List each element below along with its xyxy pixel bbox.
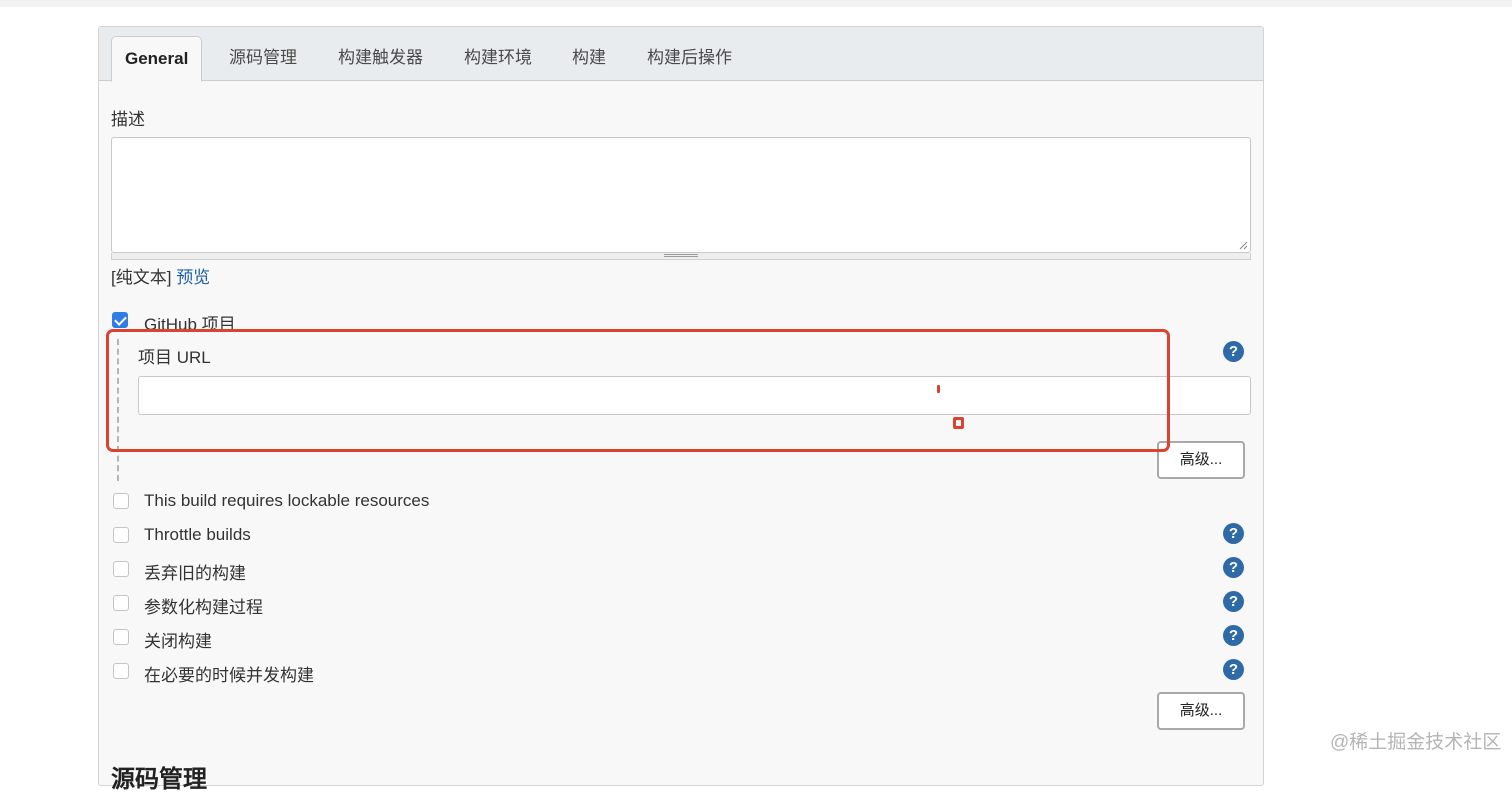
help-icon[interactable]: ? xyxy=(1223,659,1244,680)
help-icon[interactable]: ? xyxy=(1223,341,1244,362)
annotation-mark xyxy=(953,417,964,429)
config-panel: General 源码管理 构建触发器 构建环境 构建 构建后操作 描述 [纯文本… xyxy=(98,26,1264,793)
disable-build-label: 关闭构建 xyxy=(144,632,212,651)
tab-build-triggers[interactable]: 构建触发器 xyxy=(325,36,436,81)
section-title-source-control: 源码管理 xyxy=(111,766,207,793)
advanced-button-2[interactable]: 高级... xyxy=(1157,692,1245,730)
help-icon[interactable]: ? xyxy=(1223,625,1244,646)
concurrent-builds-label: 在必要的时候并发构建 xyxy=(144,666,314,685)
tab-bar: General 源码管理 构建触发器 构建环境 构建 构建后操作 xyxy=(99,27,1263,82)
drag-handle-icon[interactable] xyxy=(664,254,698,257)
description-textarea[interactable] xyxy=(111,137,1251,253)
textarea-resize-bar[interactable] xyxy=(111,253,1251,260)
disable-build-checkbox[interactable] xyxy=(113,629,129,645)
help-icon[interactable]: ? xyxy=(1223,523,1244,544)
github-project-label: GitHub 项目 xyxy=(144,315,236,334)
text-format-row: [纯文本] 预览 xyxy=(111,263,210,288)
help-icon[interactable]: ? xyxy=(1223,557,1244,578)
tab-post-build[interactable]: 构建后操作 xyxy=(634,36,745,81)
description-label: 描述 xyxy=(111,110,145,129)
lockable-resources-checkbox[interactable] xyxy=(113,493,129,509)
lockable-resources-label: This build requires lockable resources xyxy=(144,491,430,510)
concurrent-builds-checkbox[interactable] xyxy=(113,663,129,679)
throttle-builds-label: Throttle builds xyxy=(144,525,251,544)
parameterized-build-label: 参数化构建过程 xyxy=(144,598,263,617)
advanced-button[interactable]: 高级... xyxy=(1157,441,1245,479)
top-bar xyxy=(0,0,1512,7)
tab-build-environment[interactable]: 构建环境 xyxy=(451,36,545,81)
discard-old-builds-checkbox[interactable] xyxy=(113,561,129,577)
plain-text-label: [纯文本] xyxy=(111,268,172,287)
tab-general[interactable]: General xyxy=(111,36,203,82)
watermark: @稀土掘金技术社区 xyxy=(1330,732,1502,753)
annotation-mark xyxy=(937,385,940,393)
throttle-builds-checkbox[interactable] xyxy=(113,527,129,543)
nested-indent-line xyxy=(117,339,119,481)
help-icon[interactable]: ? xyxy=(1223,591,1244,612)
tab-source-control[interactable]: 源码管理 xyxy=(216,36,310,81)
resize-grip-icon[interactable] xyxy=(1238,240,1248,250)
project-url-label: 项目 URL xyxy=(138,348,211,367)
tab-build[interactable]: 构建 xyxy=(559,36,619,81)
discard-old-builds-label: 丢弃旧的构建 xyxy=(144,564,246,583)
parameterized-build-checkbox[interactable] xyxy=(113,595,129,611)
project-url-input[interactable] xyxy=(138,376,1251,415)
github-project-checkbox[interactable] xyxy=(112,312,128,328)
preview-link[interactable]: 预览 xyxy=(176,268,210,287)
